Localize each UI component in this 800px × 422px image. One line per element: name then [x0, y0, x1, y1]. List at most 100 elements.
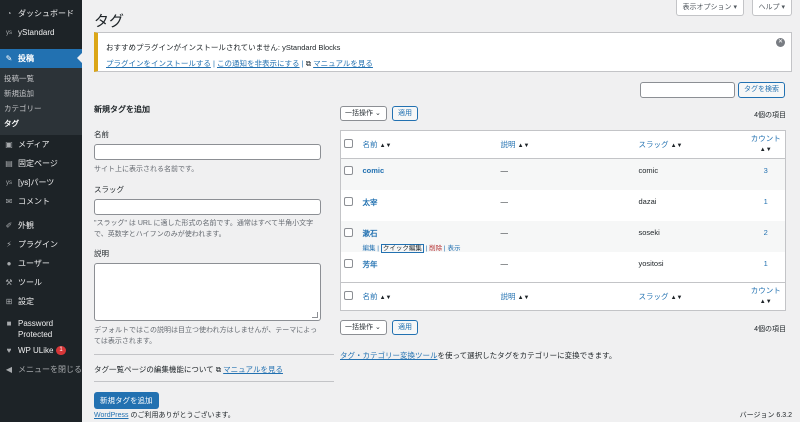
- apply-button-bottom[interactable]: 適用: [392, 320, 418, 335]
- edit-link[interactable]: 編集: [363, 245, 376, 252]
- converter-note: タグ・カテゴリー変換ツールを使って選択したタグをカテゴリーに変換できます。: [340, 350, 616, 361]
- bulk-action-label: 一括操作: [345, 324, 373, 331]
- tag-name-link[interactable]: 芳年: [363, 260, 378, 269]
- tag-description: —: [500, 227, 509, 237]
- menu-dashboard[interactable]: ◔ ダッシュボード: [0, 4, 82, 23]
- menu-label: メニューを閉じる: [18, 365, 82, 374]
- column-name[interactable]: 名前 ▲▼: [358, 130, 497, 159]
- search-tags-button[interactable]: タグを検索: [738, 82, 785, 98]
- submenu-add-new[interactable]: 新規追加: [0, 86, 82, 101]
- submenu-all-posts[interactable]: 投稿一覧: [0, 71, 82, 86]
- quick-edit-link[interactable]: クイック編集: [380, 243, 424, 253]
- tag-name-link[interactable]: 太宰: [363, 198, 378, 207]
- menu-label: WP ULike: [18, 346, 54, 355]
- tag-description: —: [500, 258, 509, 268]
- help-button[interactable]: ヘルプ ▾: [751, 0, 792, 16]
- menu-ystandard[interactable]: ys yStandard: [0, 23, 82, 42]
- menu-label: コメント: [18, 197, 50, 206]
- delete-link[interactable]: 削除: [429, 245, 442, 252]
- converter-text: を使って選択したタグをカテゴリーに変換できます。: [437, 351, 617, 360]
- add-tag-button[interactable]: 新規タグを追加: [94, 392, 159, 409]
- menu-users[interactable]: ● ユーザー: [0, 254, 82, 273]
- table-row: 漱石 編集 | クイック編集 | 削除 | 表示 — soseki 2: [340, 220, 786, 253]
- tag-slug: dazai: [638, 196, 657, 206]
- menu-tools[interactable]: ⚒ ツール: [0, 273, 82, 292]
- tag-category-converter-link[interactable]: タグ・カテゴリー変換ツール: [340, 351, 438, 360]
- menu-comments[interactable]: ✉ コメント: [0, 192, 82, 211]
- sort-icon: ▲▼: [517, 295, 530, 301]
- row-checkbox[interactable]: [344, 166, 353, 175]
- menu-collapse[interactable]: ◀ メニューを閉じる: [0, 360, 82, 379]
- tag-name-link[interactable]: 漱石: [363, 229, 378, 238]
- slug-label: スラッグ: [94, 185, 124, 194]
- select-all-checkbox[interactable]: [344, 291, 353, 300]
- bulk-action-select-bottom[interactable]: 一括操作 ⌄: [340, 320, 387, 335]
- table-row: 芳年 — yositosi 1: [341, 252, 786, 283]
- row-checkbox[interactable]: [344, 227, 353, 237]
- description-help: デフォルトではこの説明は目立つ使われ方はしませんが、テーマによっては表示されます…: [94, 327, 318, 345]
- column-count[interactable]: カウント ▲▼: [742, 130, 786, 159]
- row-checkbox[interactable]: [344, 196, 353, 206]
- menu-appearance[interactable]: ✐ 外観: [0, 216, 82, 235]
- pin-icon: ✎: [5, 54, 13, 63]
- tag-count-link[interactable]: 2: [743, 221, 786, 252]
- column-name[interactable]: 名前 ▲▼: [358, 282, 497, 311]
- bulk-action-select-top[interactable]: 一括操作 ⌄: [340, 106, 387, 121]
- column-description: 説明 ▲▼: [496, 282, 635, 311]
- chevron-down-icon: ⌄: [374, 324, 381, 331]
- tag-count-link[interactable]: 1: [743, 190, 786, 221]
- table-row: 太宰 — dazai 1: [341, 190, 786, 221]
- column-count[interactable]: カウント ▲▼: [742, 282, 786, 311]
- table-header-row: 名前 ▲▼ 説明 ▲▼ スラッグ ▲▼ カウント ▲▼: [340, 130, 786, 159]
- tag-count-link[interactable]: 1: [743, 252, 786, 283]
- update-badge: 1: [56, 346, 66, 355]
- select-all-checkbox[interactable]: [344, 139, 353, 148]
- menu-pages[interactable]: ▤ 固定ページ: [0, 154, 82, 173]
- tag-name-input[interactable]: [94, 144, 321, 160]
- notice-title: おすすめプラグインがインストールされていません: yStandard Block…: [106, 43, 341, 52]
- submenu-tags[interactable]: タグ: [0, 116, 82, 131]
- manual-link[interactable]: マニュアルを見る: [313, 59, 373, 68]
- dismiss-icon[interactable]: ✕: [776, 38, 785, 47]
- menu-ys-parts[interactable]: ys [ys]パーツ: [0, 173, 82, 192]
- menu-settings[interactable]: ⊞ 設定: [0, 292, 82, 311]
- tag-name-link[interactable]: comic: [363, 166, 385, 175]
- submenu-categories[interactable]: カテゴリー: [0, 101, 82, 116]
- apply-button-top[interactable]: 適用: [392, 106, 418, 121]
- tag-count-link[interactable]: 3: [743, 159, 786, 190]
- add-tag-form: 新規タグを追加 名前 サイト上に表示される名前です。 スラッグ "スラッグ" は…: [94, 104, 334, 409]
- install-plugin-link[interactable]: プラグインをインストールする: [106, 59, 211, 68]
- screen-options-button[interactable]: 表示オプション ▾: [675, 0, 744, 16]
- column-slug[interactable]: スラッグ ▲▼: [634, 282, 743, 311]
- tags-table: 名前 ▲▼ 説明 ▲▼ スラッグ ▲▼ カウント ▲▼ comic — comic…: [340, 130, 786, 311]
- hide-notice-link[interactable]: この通知を非表示にする: [217, 59, 300, 68]
- menu-label: メディア: [18, 140, 50, 149]
- menu-password-protected[interactable]: ■ Password Protected: [0, 315, 82, 341]
- wordpress-link[interactable]: WordPress: [94, 412, 129, 419]
- page-icon: ▤: [5, 159, 13, 168]
- name-help: サイト上に表示される名前です。: [94, 166, 199, 173]
- tag-description: —: [500, 166, 509, 175]
- manual-icon: ⧉: [215, 365, 222, 374]
- column-label: カウント: [750, 286, 781, 295]
- tag-slug-input[interactable]: [94, 199, 321, 215]
- row-checkbox[interactable]: [344, 258, 353, 268]
- form-manual-link[interactable]: マニュアルを見る: [223, 365, 283, 374]
- menu-wp-ulike[interactable]: ♥ WP ULike 1: [0, 341, 82, 360]
- menu-plugins[interactable]: ⚡ プラグイン: [0, 235, 82, 254]
- column-description: 説明 ▲▼: [496, 130, 635, 159]
- footer-version: バージョン 6.3.2: [739, 412, 792, 419]
- column-label: スラッグ: [638, 140, 669, 149]
- menu-media[interactable]: ▣ メディア: [0, 135, 82, 154]
- plugin-icon: ⚡: [6, 240, 12, 249]
- view-link[interactable]: 表示: [447, 245, 460, 252]
- tag-search-input[interactable]: [640, 82, 735, 98]
- ys-icon: ys: [6, 179, 12, 186]
- menu-posts[interactable]: ✎ 投稿: [0, 49, 82, 68]
- column-slug[interactable]: スラッグ ▲▼: [634, 130, 743, 159]
- table-footer-row: 名前 ▲▼ 説明 ▲▼ スラッグ ▲▼ カウント ▲▼: [340, 282, 786, 311]
- plugin-notice: おすすめプラグインがインストールされていません: yStandard Block…: [94, 32, 792, 72]
- column-label: カウント: [750, 134, 781, 143]
- tag-description-textarea[interactable]: [94, 263, 321, 321]
- admin-sidebar: ◔ ダッシュボード ys yStandard ✎ 投稿 投稿一覧 新規追加 カテゴリー…: [0, 0, 82, 422]
